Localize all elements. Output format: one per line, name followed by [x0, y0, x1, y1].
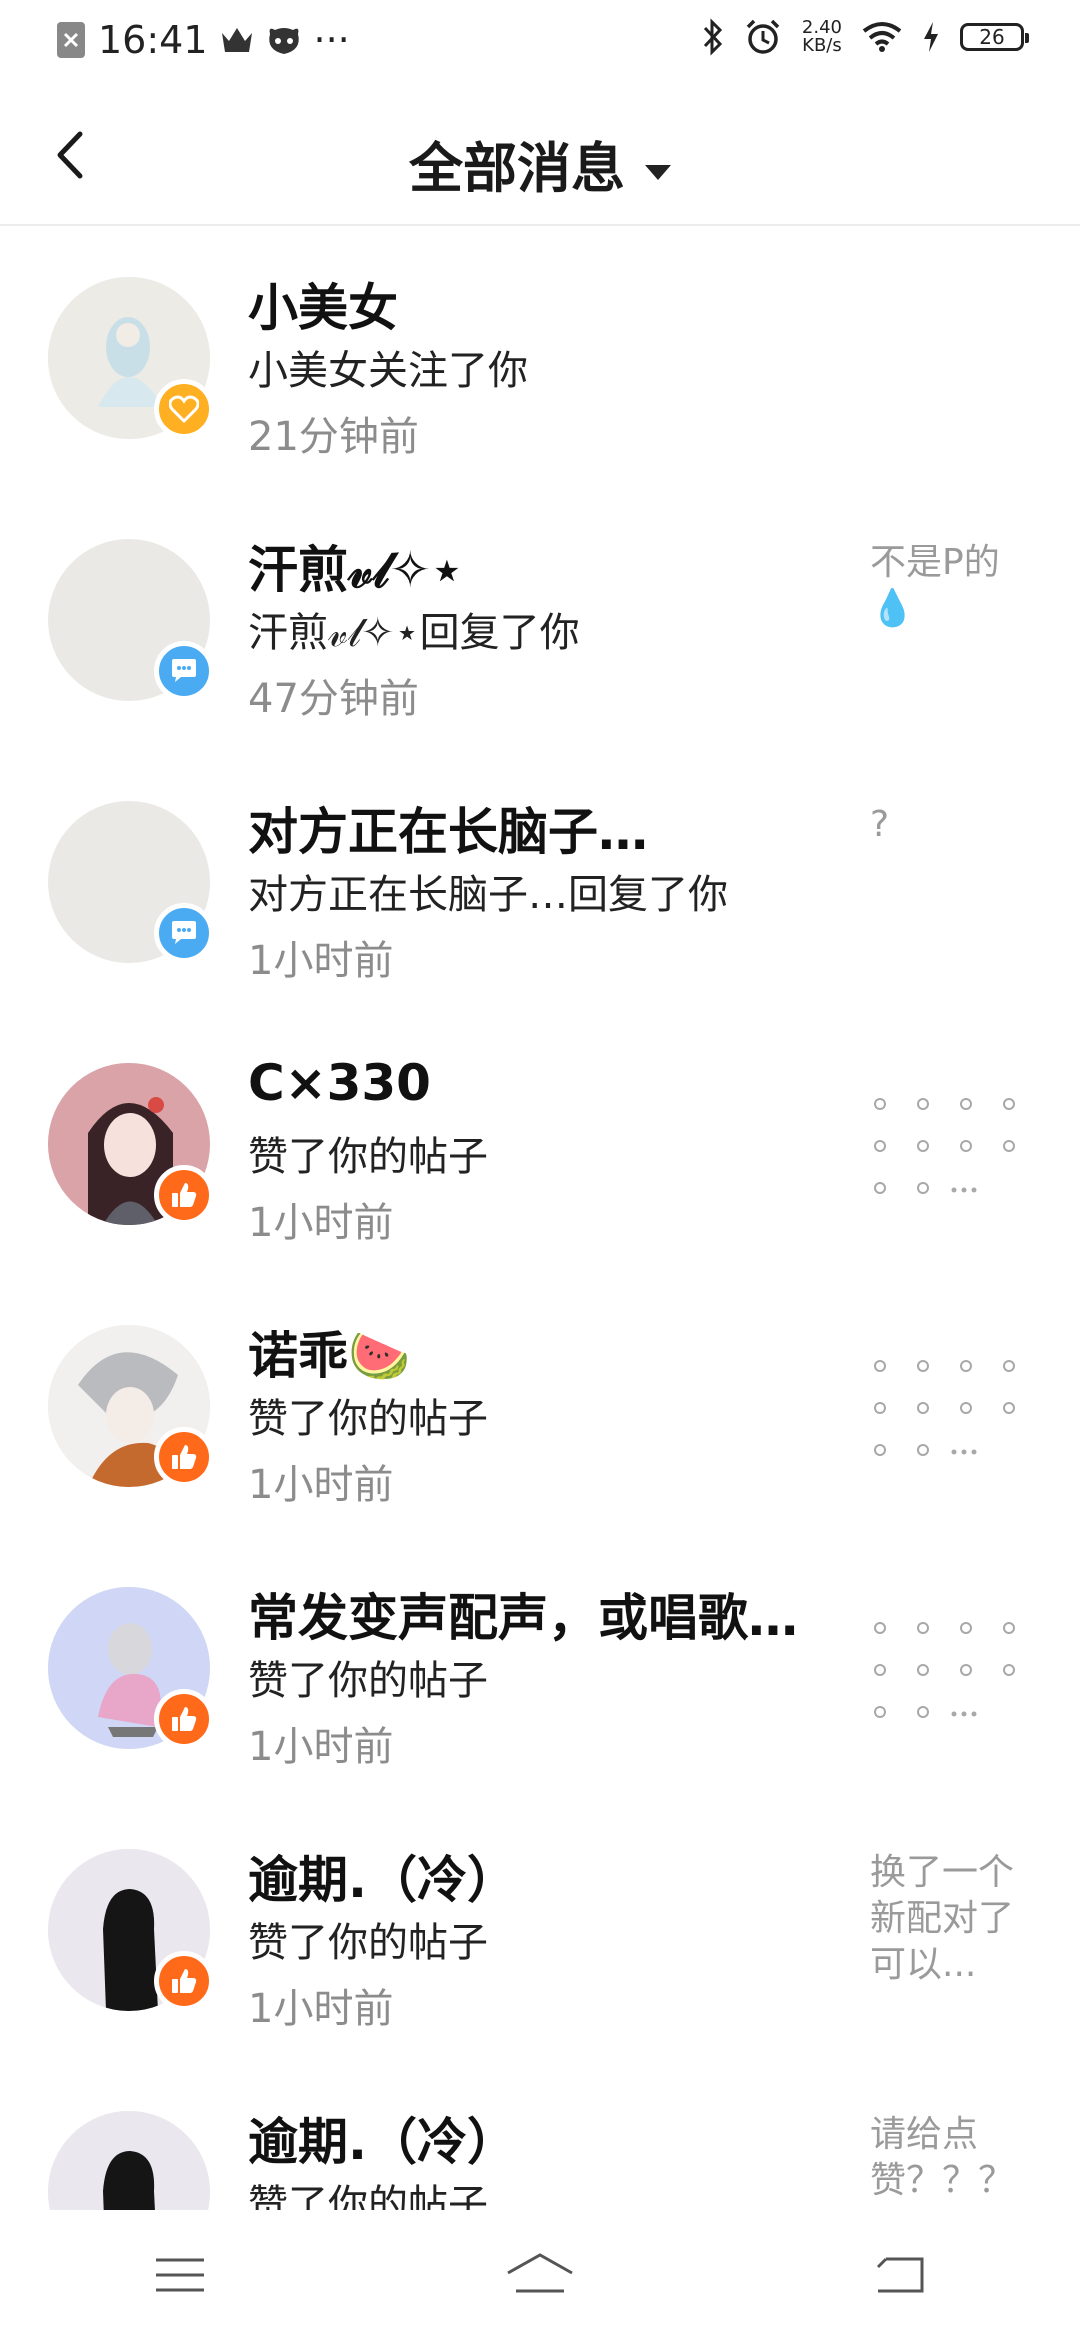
message-item[interactable]: 对方正在长脑子… 对方正在长脑子…回复了你 1小时前 ? — [0, 752, 1080, 1014]
caret-down-icon — [645, 164, 671, 180]
like-icon — [154, 1689, 214, 1749]
header: 全部消息 — [0, 84, 1080, 226]
back-nav-button[interactable] — [840, 2235, 960, 2315]
message-filter-dropdown[interactable]: 全部消息 — [0, 124, 1080, 203]
message-time: 21分钟前 — [248, 414, 419, 460]
sender-name: 逾期.（冷） — [248, 2113, 517, 2171]
alarm-icon — [744, 18, 782, 56]
sender-name: 常发变声配声，或唱歌… — [248, 1589, 798, 1647]
message-action: 小美女关注了你 — [248, 348, 528, 394]
status-more: ··· — [313, 18, 350, 62]
message-action: 汗煎𝓋𝓁✧⋆回复了你 — [248, 610, 580, 656]
post-preview[interactable]: 请给点赞？？？ — [870, 2112, 1030, 2204]
app-mascot-icon — [266, 24, 302, 56]
like-icon — [154, 1951, 214, 2011]
message-item[interactable]: C×330 赞了你的帖子 1小时前 — [0, 1014, 1080, 1276]
message-time: 1小时前 — [248, 1200, 394, 1246]
message-time: 1小时前 — [248, 1462, 394, 1508]
post-preview[interactable]: ? — [870, 802, 1030, 848]
avatar[interactable] — [48, 801, 214, 963]
comment-icon — [154, 641, 214, 701]
avatar[interactable] — [48, 1849, 214, 2011]
message-action: 赞了你的帖子 — [248, 1920, 488, 1966]
message-time: 1小时前 — [248, 1986, 394, 2032]
message-item[interactable]: 逾期.（冷） 赞了你的帖子 1小时前 换了一个新配对了可以... — [0, 1800, 1080, 2062]
message-time: 1小时前 — [248, 938, 394, 984]
post-preview[interactable]: 换了一个新配对了可以... — [870, 1850, 1030, 1988]
avatar-image — [48, 2111, 210, 2210]
message-action: 赞了你的帖子 — [248, 2182, 488, 2210]
avatar[interactable] — [48, 1063, 214, 1225]
message-time: 1小时前 — [248, 1724, 394, 1770]
avatar[interactable] — [48, 2111, 210, 2210]
message-action: 对方正在长脑子…回复了你 — [248, 872, 728, 918]
menu-icon — [156, 2258, 204, 2292]
charging-icon — [922, 21, 940, 53]
avatar[interactable] — [48, 1325, 214, 1487]
post-preview[interactable]: 不是P的💧 — [870, 540, 1030, 632]
avatar[interactable] — [48, 539, 214, 701]
avatar[interactable] — [48, 277, 214, 439]
message-list: 小美女 小美女关注了你 21分钟前 汗煎𝓋𝓁✧⋆ 汗煎𝓋𝓁✧⋆回复了你 47分钟… — [0, 228, 1080, 2210]
system-navigation-bar — [0, 2210, 1080, 2340]
dots-pattern-icon — [874, 1622, 1015, 1718]
message-action: 赞了你的帖子 — [248, 1658, 488, 1704]
sender-name: 逾期.（冷） — [248, 1851, 517, 1909]
message-item[interactable]: 小美女 小美女关注了你 21分钟前 — [0, 228, 1080, 490]
post-thumbnail[interactable] — [872, 1096, 1022, 1196]
battery-indicator: 26 — [960, 23, 1029, 51]
sender-name: 对方正在长脑子… — [248, 803, 648, 861]
sender-name: 汗煎𝓋𝓁✧⋆ — [248, 541, 463, 599]
sender-name: C×330 — [248, 1054, 431, 1112]
sender-name: 小美女 — [248, 279, 398, 337]
heart-icon — [154, 379, 214, 439]
crown-icon — [220, 25, 254, 55]
message-action: 赞了你的帖子 — [248, 1134, 488, 1180]
home-icon — [507, 2253, 573, 2293]
menu-button[interactable] — [120, 2235, 240, 2315]
battery-level: 26 — [979, 25, 1005, 49]
wifi-icon — [862, 21, 902, 53]
like-icon — [154, 1427, 214, 1487]
return-icon — [876, 2257, 924, 2293]
like-icon — [154, 1165, 214, 1225]
post-thumbnail[interactable] — [872, 1358, 1022, 1458]
net-speed-unit: KB/s — [802, 35, 842, 56]
message-item[interactable]: 逾期.（冷） 赞了你的帖子 请给点赞？？？ — [0, 2062, 1080, 2210]
sender-name: 诺乖🍉 — [248, 1327, 411, 1385]
message-item[interactable]: 汗煎𝓋𝓁✧⋆ 汗煎𝓋𝓁✧⋆回复了你 47分钟前 不是P的💧 — [0, 490, 1080, 752]
avatar[interactable] — [48, 1587, 214, 1749]
network-speed: 2.40 KB/s — [802, 19, 842, 55]
bluetooth-icon — [702, 18, 724, 56]
sim-off-icon — [56, 21, 86, 59]
message-time: 47分钟前 — [248, 676, 419, 722]
comment-icon — [154, 903, 214, 963]
status-bar: 16:41 ··· 2.40 KB/s 26 — [0, 0, 1080, 84]
post-thumbnail[interactable] — [872, 1620, 1022, 1720]
dots-pattern-icon — [874, 1360, 1015, 1456]
page-title: 全部消息 — [409, 137, 625, 200]
dots-pattern-icon — [874, 1098, 1015, 1194]
message-item[interactable]: 常发变声配声，或唱歌… 赞了你的帖子 1小时前 — [0, 1538, 1080, 1800]
message-action: 赞了你的帖子 — [248, 1396, 488, 1442]
message-item[interactable]: 诺乖🍉 赞了你的帖子 1小时前 — [0, 1276, 1080, 1538]
status-time: 16:41 — [98, 18, 208, 62]
home-button[interactable] — [480, 2235, 600, 2315]
